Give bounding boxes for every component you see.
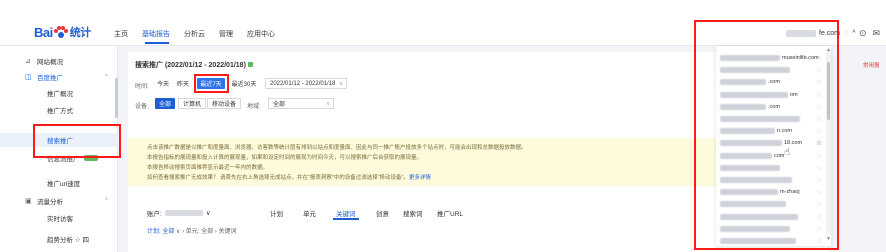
highlight-search-promotion	[33, 124, 121, 158]
account-filter[interactable]: 账户: ∨	[147, 208, 211, 218]
notice-line: 本报告移动搜索页面推荐显示最近一年内的数据。	[147, 165, 269, 171]
tab-keyword[interactable]: 关键词	[336, 208, 356, 218]
region-select[interactable]: 全部 ∨	[268, 98, 334, 109]
device-label: 设备:	[135, 104, 149, 110]
sidebar-item-label: 流量分析	[37, 199, 63, 206]
active-tab-underline	[333, 218, 359, 220]
paw-icon	[53, 25, 68, 39]
help-icon[interactable]: ⊙	[859, 28, 867, 39]
megaphone-icon: ◫	[25, 74, 32, 81]
dashboard-icon: ⊿	[25, 58, 31, 65]
time-yesterday-button[interactable]: 昨天	[173, 78, 193, 89]
logo-text: Bai	[34, 24, 53, 40]
time-today-button[interactable]: 今天	[153, 78, 173, 89]
device-mobile-button[interactable]: 移动设备	[207, 98, 241, 109]
tab-promotion-url[interactable]: 推广URL	[437, 208, 463, 218]
time-last30days-button[interactable]: 最近30天	[228, 78, 260, 89]
tab-search-term[interactable]: 搜索词	[403, 208, 423, 218]
highlight-last7days	[194, 74, 229, 93]
sidebar-item-baidu-promotion[interactable]: ◫ 百度推广 ^	[0, 70, 118, 84]
sidebar-item-overview[interactable]: ⊿ 网站概况	[0, 54, 118, 68]
highlight-account-dropdown	[694, 20, 839, 250]
sidebar-item-label: 趋势分析 ☆ 四	[47, 237, 89, 244]
keyword-filter: 关键词	[218, 229, 237, 235]
tab-plan[interactable]: 计划	[270, 208, 283, 218]
star-icon: ☆	[843, 30, 850, 37]
sidebar-item-label: 实时访客	[47, 216, 73, 223]
time-label: 时间:	[135, 84, 149, 90]
plan-filter[interactable]: 计划: 全部	[147, 229, 174, 235]
sidebar-item-label: 推广概况	[47, 91, 73, 98]
status-dot-icon	[247, 62, 253, 67]
sidebar-item-trend-analysis[interactable]: 趋势分析 ☆ 四	[0, 232, 118, 246]
nav-analytics-cloud[interactable]: 分析云	[184, 29, 205, 39]
nav-basic-report[interactable]: 基础报告	[142, 29, 170, 39]
more-details-link[interactable]: 更多详情	[409, 175, 431, 181]
nav-home[interactable]: 主页	[114, 29, 128, 39]
chevron-down-icon: ∨	[339, 80, 343, 87]
notice-line: 如何查看搜索推广无成效果？ 请首先在右上角选择无成站点，并在“报表洞察”中的设备…	[147, 173, 431, 181]
nav-app-center[interactable]: 应用中心	[247, 29, 275, 39]
sidebar-item-url-speed[interactable]: 推广url速度	[0, 176, 118, 190]
sidebar-item-label: 百度推广	[37, 75, 63, 82]
device-all-button[interactable]: 全部	[155, 98, 175, 109]
sidebar-item-promotion-method[interactable]: 推广方式	[0, 103, 118, 117]
device-computer-button[interactable]: 计算机	[178, 98, 206, 109]
chevron-up-icon: ^	[105, 198, 108, 204]
notice-line: 点击该推广数据是以推广和度量面、浏览器、访客数等统计层有排到以站点和度量面、因此…	[147, 145, 527, 151]
sidebar-item-traffic-analysis[interactable]: ▣ 流量分析 ^	[0, 194, 118, 208]
chart-icon: ▣	[25, 198, 32, 205]
report-title: 搜索推广 (2022/01/12 - 2022/01/18)	[135, 60, 253, 70]
sidebar-item-promotion-overview[interactable]: 推广概况	[0, 86, 118, 100]
nav-manage[interactable]: 管理	[219, 29, 233, 39]
sidebar-item-realtime-visitors[interactable]: 实时访客	[0, 211, 118, 225]
logo-sub: 统计	[69, 27, 92, 39]
notice-line-text: 如何查看搜索推广无成效果？ 请首先在右上角选择无成站点，并在“报表洞察”中的设备…	[147, 175, 409, 181]
notice-line: 本报告指标的展现量和投入计算的展现量，如果和设定时间的展现为时间今天，可以搜索推…	[147, 155, 423, 161]
message-icon[interactable]: ✉	[873, 28, 881, 39]
report-title-text: 搜索推广 (2022/01/12 - 2022/01/18)	[135, 62, 246, 69]
tab-unit[interactable]: 单元	[303, 208, 316, 218]
chevron-up-icon: ^	[105, 74, 108, 80]
account-filter-label: 账户:	[147, 211, 162, 218]
region-label: 地域:	[247, 104, 261, 110]
sidebar-item-label: 网站概况	[37, 59, 63, 66]
date-range-value: 2022/01/12 - 2022/01/18	[270, 80, 336, 87]
sidebar-item-label: 推广url速度	[47, 181, 81, 188]
chevron-up-icon: ^	[852, 29, 856, 37]
region-value: 全部	[273, 102, 286, 108]
sidebar-scrollbar[interactable]	[115, 78, 118, 118]
unit-filter[interactable]: 单元: 全部	[186, 229, 213, 235]
active-nav-underline	[145, 42, 169, 44]
top-icons: ⊙ ✉	[859, 28, 880, 39]
date-range-picker[interactable]: 2022/01/12 - 2022/01/18 ∨	[265, 78, 347, 89]
breadcrumb: 计划: 全部 ∨ › 单元: 全部 › 关键词	[147, 226, 236, 235]
chevron-down-icon: ∨ ›	[176, 229, 186, 235]
baidu-tongji-logo[interactable]: Bai 统计	[34, 24, 91, 40]
sidebar-item-label: 推广方式	[47, 108, 73, 115]
top-nav: 主页 基础报告 分析云 管理 应用中心	[114, 29, 275, 39]
tab-creative[interactable]: 创意	[376, 208, 389, 218]
chevron-down-icon: ∨	[326, 100, 330, 107]
blurred-account-name	[164, 210, 203, 216]
frequent-reports-link[interactable]: 常用报	[863, 61, 880, 69]
chevron-down-icon: ∨	[205, 210, 211, 217]
